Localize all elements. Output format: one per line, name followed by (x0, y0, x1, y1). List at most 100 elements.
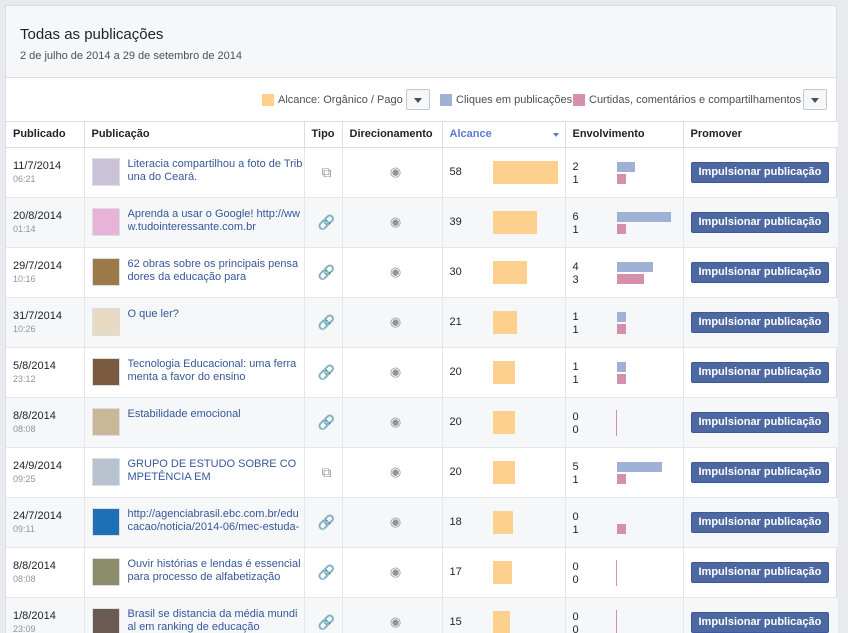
col-type[interactable]: Tipo (304, 122, 343, 148)
type-cell: 🔗 (304, 547, 343, 598)
table-row[interactable]: 1/8/2014 23:09 Brasil se distancia da mé… (6, 597, 838, 633)
table-row[interactable]: 8/8/2014 08:08 Estabilidade emocional 🔗 … (6, 397, 838, 448)
post-cell: Literacia compartilhou a foto de Tribuna… (84, 147, 305, 198)
post-time: 06:21 (13, 174, 36, 184)
reactions-value: 1 (572, 323, 579, 336)
post-thumbnail[interactable] (91, 258, 120, 286)
boost-post-button[interactable]: Impulsionar publicação (690, 511, 830, 533)
col-engagement[interactable]: Envolvimento (565, 122, 684, 148)
reactions-value: 0 (572, 573, 579, 586)
post-thumbnail[interactable] (91, 558, 120, 586)
reach-cell: 30 (442, 247, 566, 298)
boost-post-button[interactable]: Impulsionar publicação (690, 461, 830, 483)
boost-post-button[interactable]: Impulsionar publicação (690, 611, 830, 633)
table-row[interactable]: 29/7/2014 10:16 62 obras sobre os princi… (6, 247, 838, 298)
legend-clicks-label: Cliques em publicações (456, 94, 573, 106)
post-date: 1/8/2014 (13, 610, 56, 622)
reactions-value: 1 (572, 473, 579, 486)
clicks-bar (616, 211, 671, 222)
post-thumbnail[interactable] (91, 358, 120, 386)
post-thumbnail[interactable] (91, 458, 120, 486)
published-cell: 24/7/2014 09:11 (6, 497, 85, 548)
engagement-cell: 4 3 (565, 247, 684, 298)
type-cell: 🔗 (304, 297, 343, 348)
reach-bar (492, 260, 527, 284)
globe-icon: ◉ (389, 614, 402, 629)
boost-post-button[interactable]: Impulsionar publicação (690, 561, 830, 583)
boost-post-button[interactable]: Impulsionar publicação (690, 161, 830, 183)
col-published[interactable]: Publicado (6, 122, 85, 148)
globe-icon: ◉ (389, 264, 402, 279)
boost-post-button[interactable]: Impulsionar publicação (690, 311, 830, 333)
boost-post-button[interactable]: Impulsionar publicação (690, 411, 830, 433)
post-link[interactable]: http://agenciabrasil.ebc.com.br/educacao… (128, 508, 304, 534)
reactions-bar (616, 273, 644, 284)
reach-value: 15 (449, 615, 462, 628)
post-link[interactable]: Ouvir histórias e lendas é essencial par… (128, 558, 304, 584)
col-targeting[interactable]: Direcionamento (342, 122, 443, 148)
reach-cell: 20 (442, 397, 566, 448)
reach-cell: 20 (442, 447, 566, 498)
reactions-value: 0 (572, 623, 579, 633)
table-row[interactable]: 24/9/2014 09:25 GRUPO DE ESTUDO SOBRE CO… (6, 447, 838, 498)
boost-post-button[interactable]: Impulsionar publicação (690, 211, 830, 233)
post-date: 8/8/2014 (13, 560, 56, 572)
legend-reach: Alcance: Orgânico / Pago (262, 94, 403, 106)
post-link[interactable]: Tecnologia Educacional: uma ferramenta a… (128, 358, 304, 384)
post-date: 8/8/2014 (13, 410, 56, 422)
post-link[interactable]: Aprenda a usar o Google! http://www.tudo… (128, 208, 304, 234)
promote-cell: Impulsionar publicação (683, 397, 838, 448)
targeting-cell: ◉ (342, 447, 443, 498)
post-thumbnail[interactable] (91, 158, 120, 186)
type-cell: 🔗 (304, 397, 343, 448)
boost-post-button[interactable]: Impulsionar publicação (690, 261, 830, 283)
col-reach[interactable]: Alcance (442, 122, 566, 148)
clicks-value: 1 (572, 310, 579, 323)
post-thumbnail[interactable] (91, 208, 120, 236)
legend-reactions-swatch (573, 94, 585, 106)
legend-reactions-label: Curtidas, comentários e compartilhamento… (589, 94, 802, 106)
post-thumbnail[interactable] (91, 508, 120, 536)
post-date: 24/9/2014 (13, 460, 62, 472)
globe-icon: ◉ (389, 314, 402, 329)
table-row[interactable]: 5/8/2014 23:12 Tecnologia Educacional: u… (6, 347, 838, 398)
globe-icon: ◉ (389, 514, 402, 529)
reach-value: 39 (449, 215, 462, 228)
globe-icon: ◉ (389, 164, 402, 179)
post-cell: Brasil se distancia da média mundial em … (84, 597, 305, 633)
table-row[interactable]: 20/8/2014 01:14 Aprenda a usar o Google!… (6, 197, 838, 248)
legend-bar: Alcance: Orgânico / Pago Cliques em publ… (6, 78, 836, 122)
post-link[interactable]: Literacia compartilhou a foto de Tribuna… (128, 158, 304, 184)
post-link[interactable]: Estabilidade emocional (128, 408, 241, 421)
post-thumbnail[interactable] (91, 608, 120, 633)
post-link[interactable]: 62 obras sobre os principais pensadores … (128, 258, 304, 284)
post-link[interactable]: Brasil se distancia da média mundial em … (128, 608, 304, 633)
post-cell: Estabilidade emocional (84, 397, 305, 448)
clicks-bar (616, 361, 626, 372)
engagement-dropdown-button[interactable] (803, 89, 827, 110)
reach-bar (492, 510, 513, 534)
table-row[interactable]: 8/8/2014 08:08 Ouvir histórias e lendas … (6, 547, 838, 598)
reach-cell: 58 (442, 147, 566, 198)
post-link[interactable]: GRUPO DE ESTUDO SOBRE COMPETÊNCIA EM (128, 458, 304, 484)
clicks-value: 6 (572, 210, 579, 223)
reach-cell: 18 (442, 497, 566, 548)
reactions-bar (616, 523, 626, 534)
link-icon: 🔗 (317, 513, 336, 530)
targeting-cell: ◉ (342, 247, 443, 298)
post-thumbnail[interactable] (91, 308, 120, 336)
col-post[interactable]: Publicação (84, 122, 305, 148)
table-row[interactable]: 31/7/2014 10:26 O que ler? 🔗 ◉ 21 1 1 Im… (6, 297, 838, 348)
published-cell: 1/8/2014 23:09 (6, 597, 85, 633)
legend-reach-swatch (262, 94, 274, 106)
post-thumbnail[interactable] (91, 408, 120, 436)
link-icon: 🔗 (317, 263, 336, 280)
engagement-cell: 1 1 (565, 297, 684, 348)
boost-post-button[interactable]: Impulsionar publicação (690, 361, 830, 383)
table-row[interactable]: 24/7/2014 09:11 http://agenciabrasil.ebc… (6, 497, 838, 548)
clicks-value: 4 (572, 260, 579, 273)
reach-dropdown-button[interactable] (406, 89, 430, 110)
type-cell: 🔗 (304, 347, 343, 398)
table-row[interactable]: 11/7/2014 06:21 Literacia compartilhou a… (6, 147, 838, 198)
post-link[interactable]: O que ler? (128, 308, 179, 321)
